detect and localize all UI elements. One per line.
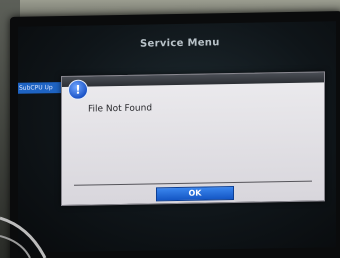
dialog-divider bbox=[74, 180, 312, 186]
error-dialog: ! File Not Found OK bbox=[61, 71, 325, 207]
service-menu-title: Service Menu bbox=[140, 37, 220, 50]
dialog-message: File Not Found bbox=[88, 103, 153, 115]
info-icon: ! bbox=[68, 79, 88, 100]
photo-scene: Service Menu SubCPU Up ! File Not Found … bbox=[0, 0, 340, 258]
cable bbox=[0, 216, 47, 258]
ok-button[interactable]: OK bbox=[156, 186, 234, 202]
dialog-title-bar bbox=[62, 72, 324, 88]
